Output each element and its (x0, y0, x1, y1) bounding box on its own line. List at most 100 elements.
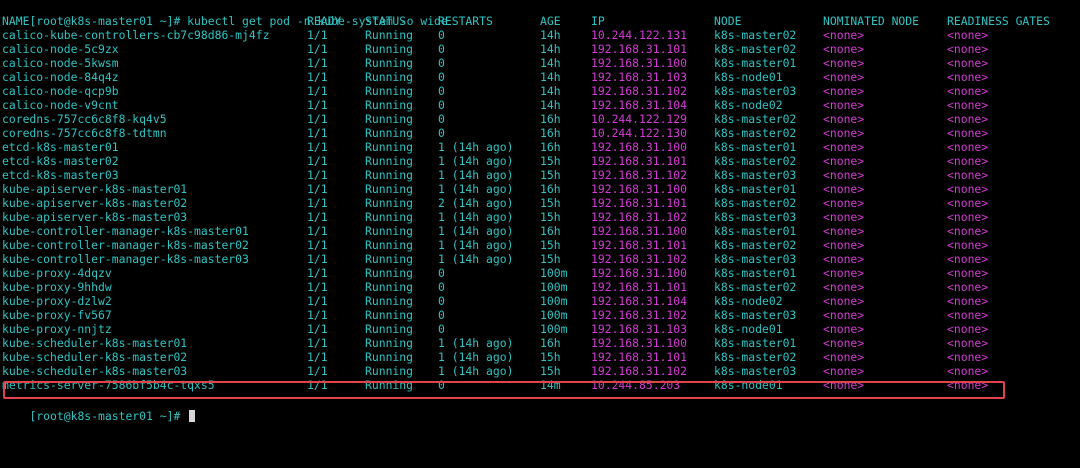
cell-nominated: <none> (823, 378, 865, 392)
cell-name: calico-node-5kwsm (2, 56, 119, 70)
cell-readiness: <none> (947, 126, 989, 140)
header-name: NAME (2, 14, 30, 28)
table-row: kube-proxy-nnjtz 1/1 Running 0 100m 192.168.3… (2, 322, 1078, 336)
cell-name: kube-proxy-dzlw2 (2, 294, 112, 308)
cell-node: k8s-master02 (714, 126, 797, 140)
header-ready: READY (307, 14, 342, 28)
table-row: kube-scheduler-k8s-master01 1/1 Running 1 (… (2, 336, 1078, 350)
cell-ready: 1/1 (307, 56, 328, 70)
table-row: etcd-k8s-master02 1/1 Running 1 (14h ago) 15… (2, 154, 1078, 168)
cell-status: Running (365, 56, 414, 70)
cell-readiness: <none> (947, 308, 989, 322)
cell-status: Running (365, 70, 414, 84)
cell-restarts: 0 (438, 266, 445, 280)
table-row: kube-proxy-9hhdw 1/1 Running 0 100m 192.168.3… (2, 280, 1078, 294)
cell-status: Running (365, 84, 414, 98)
cell-age: 100m (540, 266, 568, 280)
cell-age: 16h (540, 112, 561, 126)
cell-ip: 192.168.31.100 (591, 140, 688, 154)
cell-name: kube-scheduler-k8s-master03 (2, 364, 188, 378)
cell-status: Running (365, 168, 414, 182)
cell-restarts: 0 (438, 280, 445, 294)
table-row: kube-controller-manager-k8s-master03 1/1 R… (2, 252, 1078, 266)
cell-nominated: <none> (823, 238, 865, 252)
cell-readiness: <none> (947, 168, 989, 182)
cell-restarts: 1 (14h ago) (438, 210, 514, 224)
header-restarts: RESTARTS (438, 14, 493, 28)
cell-restarts: 0 (438, 308, 445, 322)
cell-ip: 192.168.31.101 (591, 238, 688, 252)
cell-status: Running (365, 98, 414, 112)
cell-restarts: 1 (14h ago) (438, 252, 514, 266)
cell-readiness: <none> (947, 364, 989, 378)
header-nominated: NOMINATED NODE (823, 14, 920, 28)
cell-name: kube-controller-manager-k8s-master01 (2, 224, 249, 238)
cell-readiness: <none> (947, 98, 989, 112)
cell-name: kube-proxy-9hhdw (2, 280, 112, 294)
cell-node: k8s-master02 (714, 154, 797, 168)
cell-nominated: <none> (823, 196, 865, 210)
cell-nominated: <none> (823, 140, 865, 154)
cell-readiness: <none> (947, 70, 989, 84)
cell-name: calico-node-v9cnt (2, 98, 119, 112)
cell-readiness: <none> (947, 56, 989, 70)
cell-ready: 1/1 (307, 350, 328, 364)
cell-node: k8s-master02 (714, 350, 797, 364)
cell-status: Running (365, 266, 414, 280)
cell-ready: 1/1 (307, 154, 328, 168)
table-row: etcd-k8s-master03 1/1 Running 1 (14h ago) 15… (2, 168, 1078, 182)
table-row: kube-proxy-dzlw2 1/1 Running 0 100m 192.168.3… (2, 294, 1078, 308)
cell-nominated: <none> (823, 210, 865, 224)
cell-age: 16h (540, 140, 561, 154)
cell-age: 14h (540, 84, 561, 98)
cell-readiness: <none> (947, 336, 989, 350)
cell-ip: 192.168.31.100 (591, 224, 688, 238)
cell-node: k8s-master02 (714, 42, 797, 56)
cell-readiness: <none> (947, 154, 989, 168)
cell-status: Running (365, 294, 414, 308)
table-row: kube-apiserver-k8s-master02 1/1 Running 2 (… (2, 196, 1078, 210)
cell-age: 15h (540, 210, 561, 224)
cell-ready: 1/1 (307, 280, 328, 294)
cell-node: k8s-node02 (714, 98, 783, 112)
final-prompt-line[interactable]: [root@k8s-master01 ~]# (2, 395, 1078, 423)
cell-node: k8s-node02 (714, 294, 783, 308)
cell-readiness: <none> (947, 224, 989, 238)
cell-age: 100m (540, 280, 568, 294)
terminal-window[interactable]: [root@k8s-master01 ~]# kubectl get pod -… (2, 0, 1078, 468)
cell-ready: 1/1 (307, 238, 328, 252)
cell-readiness: <none> (947, 140, 989, 154)
cell-ready: 1/1 (307, 294, 328, 308)
table-row: kube-proxy-4dqzv 1/1 Running 0 100m 192.168.3… (2, 266, 1078, 280)
table-row: calico-node-5kwsm 1/1 Running 0 14h 192.168.3… (2, 56, 1078, 70)
cell-name: calico-node-qcp9b (2, 84, 119, 98)
cell-ready: 1/1 (307, 378, 328, 392)
cell-node: k8s-master01 (714, 336, 797, 350)
cell-ip: 192.168.31.103 (591, 322, 688, 336)
cell-name: calico-node-5c9zx (2, 42, 119, 56)
cell-name: kube-scheduler-k8s-master02 (2, 350, 188, 364)
table-row: calico-kube-controllers-cb7c98d86-mj4fz 1… (2, 28, 1078, 42)
cell-ip: 192.168.31.101 (591, 42, 688, 56)
cell-ip: 10.244.122.129 (591, 112, 688, 126)
cell-ip: 192.168.31.104 (591, 294, 688, 308)
cell-readiness: <none> (947, 210, 989, 224)
cell-readiness: <none> (947, 238, 989, 252)
cell-name: etcd-k8s-master02 (2, 154, 119, 168)
cell-readiness: <none> (947, 378, 989, 392)
table-row: calico-node-qcp9b 1/1 Running 0 14h 192.168.3… (2, 84, 1078, 98)
cell-age: 15h (540, 238, 561, 252)
cell-restarts: 0 (438, 322, 445, 336)
cell-name: kube-controller-manager-k8s-master03 (2, 252, 249, 266)
cell-ip: 10.244.85.203 (591, 378, 681, 392)
cell-age: 14h (540, 28, 561, 42)
shell-prompt: [root@k8s-master01 ~]# (29, 409, 188, 423)
cell-ready: 1/1 (307, 28, 328, 42)
cell-status: Running (365, 126, 414, 140)
cell-age: 15h (540, 252, 561, 266)
table-row: kube-scheduler-k8s-master03 1/1 Running 1 (… (2, 364, 1078, 378)
cell-status: Running (365, 154, 414, 168)
cell-node: k8s-node01 (714, 322, 783, 336)
cell-readiness: <none> (947, 280, 989, 294)
cell-ip: 192.168.31.102 (591, 84, 688, 98)
